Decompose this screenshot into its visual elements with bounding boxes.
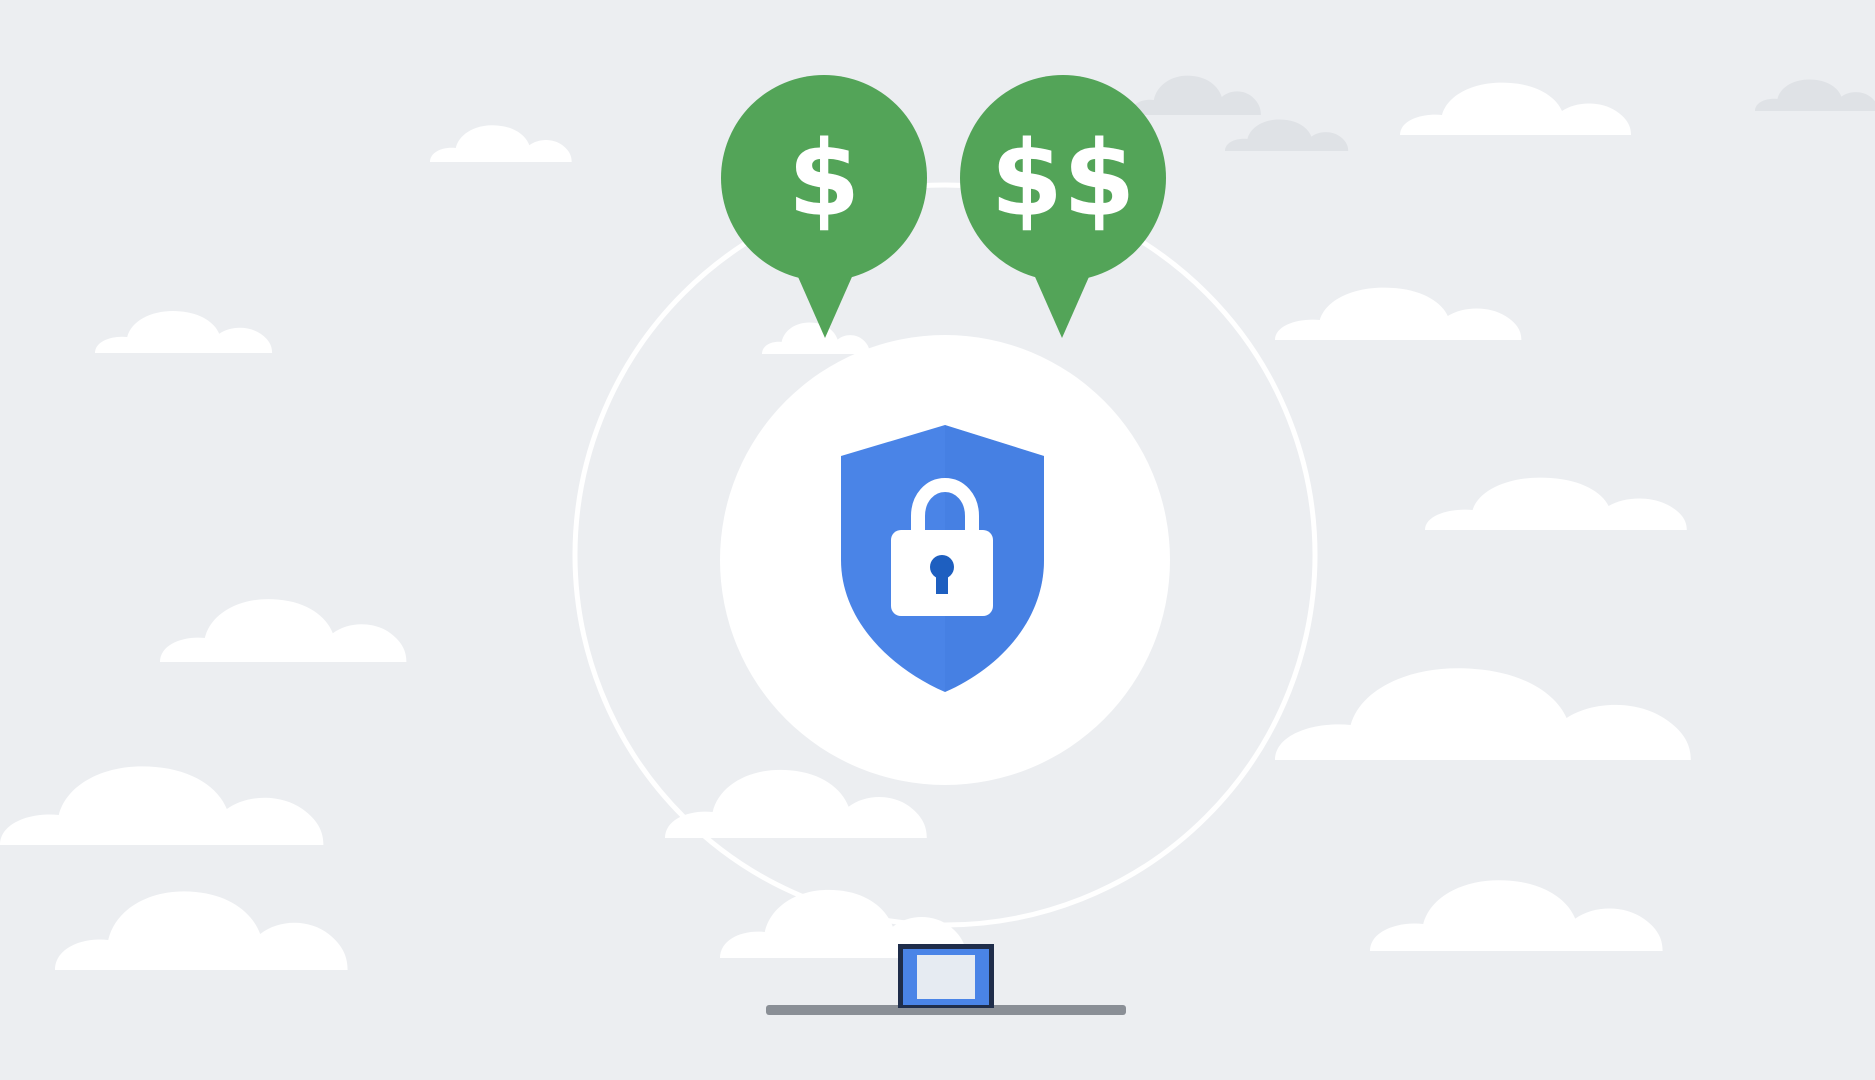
cloud-icon	[1225, 119, 1349, 151]
illustration-stage: $ $$	[0, 0, 1875, 1080]
cloud-icon	[1130, 75, 1261, 115]
cloud-icon	[95, 311, 273, 353]
cloud-icon	[1275, 668, 1691, 760]
cloud-icon	[160, 599, 407, 662]
cloud-icon	[665, 769, 927, 838]
price-pin-single: $	[721, 75, 927, 338]
security-illustration: $ $$	[0, 75, 1875, 1015]
price-label: $$	[991, 118, 1136, 240]
price-label: $	[788, 118, 860, 240]
price-pin-double: $$	[960, 75, 1166, 338]
cloud-icon	[0, 766, 324, 845]
cloud-icon	[1400, 82, 1631, 135]
cloud-icon	[1370, 880, 1663, 951]
cloud-icon	[1275, 287, 1522, 340]
cloud-icon	[55, 891, 348, 970]
cloud-icon	[1755, 79, 1875, 111]
keyhole-slot	[936, 570, 948, 594]
cloud-icon	[762, 322, 870, 354]
cloud-icon	[1425, 477, 1687, 530]
cloud-icon	[430, 125, 572, 162]
